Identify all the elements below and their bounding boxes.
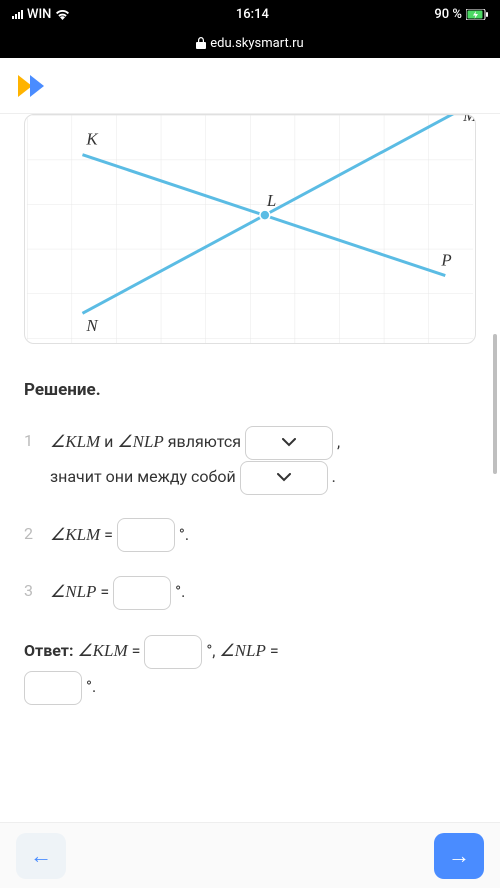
angle-nlp: ∠NLP <box>219 641 265 660</box>
chevron-down-icon <box>282 438 296 447</box>
solution-step-1: 1 ∠KLM и ∠NLP являются , значит они межд… <box>24 424 476 495</box>
wifi-icon <box>55 9 70 20</box>
klm-value-input[interactable] <box>117 518 175 552</box>
status-right: 90 % <box>434 7 488 22</box>
angle-klm: ∠KLM <box>50 525 100 544</box>
app-header <box>0 58 500 114</box>
solution-step-2: 2 ∠KLM = °. <box>24 517 476 553</box>
period: . <box>332 467 336 486</box>
nlp-value-input[interactable] <box>113 576 171 610</box>
geometry-diagram: K M L N P <box>24 114 476 344</box>
scrollbar[interactable] <box>493 334 497 474</box>
angle-klm: ∠KLM <box>77 641 127 660</box>
status-time: 16:14 <box>236 7 269 22</box>
label-l: L <box>266 191 276 210</box>
bottom-nav: ← → <box>0 822 500 888</box>
comma: , <box>337 432 340 451</box>
battery-label: 90 % <box>434 7 462 22</box>
status-bar: WIN 16:14 90 % <box>0 0 500 28</box>
step-body: ∠KLM = °. <box>50 517 476 553</box>
label-n: N <box>85 316 99 335</box>
answer-section: Ответ: ∠KLM = °, ∠NLP = °. <box>24 632 476 705</box>
answer-klm-input[interactable] <box>144 635 202 669</box>
label-p: P <box>440 251 451 270</box>
solution-step-3: 3 ∠NLP = °. <box>24 574 476 610</box>
label-m: M <box>462 115 475 125</box>
chevron-down-icon <box>277 473 291 482</box>
relation-value-select[interactable] <box>240 461 328 495</box>
degree-comma: °, <box>206 641 219 660</box>
content-area: K M L N P Решение. 1 ∠KLM и ∠NLP являютс… <box>0 114 500 822</box>
status-left: WIN <box>12 7 70 22</box>
degree-suffix: °. <box>179 525 189 544</box>
signal-icon <box>12 10 23 19</box>
answer-nlp-input[interactable] <box>24 671 82 705</box>
next-button[interactable]: → <box>434 833 484 879</box>
answer-label: Ответ: <box>24 641 77 660</box>
logo-icon[interactable] <box>16 71 52 101</box>
angle-nlp: ∠NLP <box>50 582 96 601</box>
step-number: 2 <box>24 517 38 551</box>
degree-period: °. <box>86 677 96 696</box>
degree-suffix: °. <box>175 582 185 601</box>
battery-icon <box>466 9 488 20</box>
label-k: K <box>85 130 98 149</box>
angle-klm: ∠KLM <box>50 432 100 451</box>
arrow-right-icon: → <box>448 843 470 869</box>
relation-type-select[interactable] <box>245 426 333 460</box>
carrier-label: WIN <box>27 7 51 22</box>
prev-button[interactable]: ← <box>16 833 66 879</box>
url-bar: edu.skysmart.ru <box>0 28 500 58</box>
arrow-left-icon: ← <box>30 843 52 869</box>
step-body: ∠NLP = °. <box>50 574 476 610</box>
step-number: 1 <box>24 424 38 458</box>
lock-icon <box>196 37 206 49</box>
angle-nlp: ∠NLP <box>117 432 163 451</box>
step-number: 3 <box>24 574 38 608</box>
step-body: ∠KLM и ∠NLP являются , значит они между … <box>50 424 476 495</box>
solution-heading: Решение. <box>24 380 476 400</box>
url-text: edu.skysmart.ru <box>210 36 303 51</box>
